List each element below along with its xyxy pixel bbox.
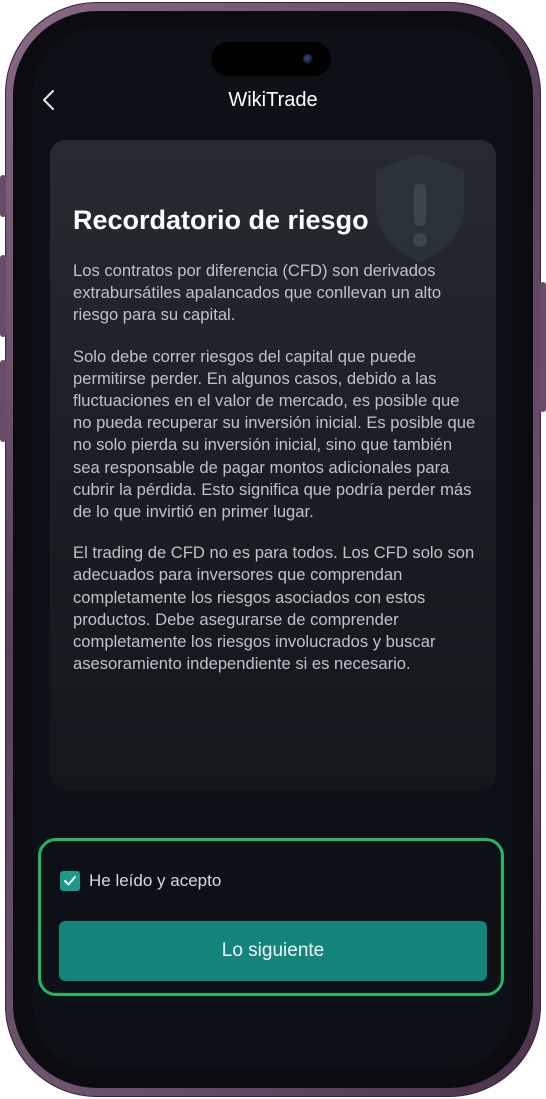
- card-body: Los contratos por diferencia (CFD) son d…: [73, 260, 478, 694]
- next-button[interactable]: Lo siguiente: [59, 921, 487, 981]
- risk-reminder-card: Recordatorio de riesgo Los contratos por…: [50, 140, 496, 790]
- volume-up-button: [0, 255, 6, 337]
- card-title: Recordatorio de riesgo: [73, 205, 369, 235]
- shield-warning-icon: [376, 154, 464, 262]
- volume-down-button: [0, 360, 6, 442]
- camera-icon: [303, 54, 313, 64]
- power-button: [540, 282, 546, 412]
- action-button: [0, 175, 6, 217]
- check-icon: [64, 876, 76, 886]
- risk-paragraph-2: Solo debe correr riesgos del capital que…: [73, 346, 476, 522]
- risk-paragraph-3: El trading de CFD no es para todos. Los …: [73, 543, 475, 674]
- agree-checkbox[interactable]: [60, 871, 80, 891]
- agree-label[interactable]: He leído y acepto: [89, 870, 221, 892]
- dynamic-island: [211, 42, 331, 76]
- page-title: WikiTrade: [228, 89, 318, 111]
- risk-paragraph-1: Los contratos por diferencia (CFD) son d…: [73, 261, 442, 325]
